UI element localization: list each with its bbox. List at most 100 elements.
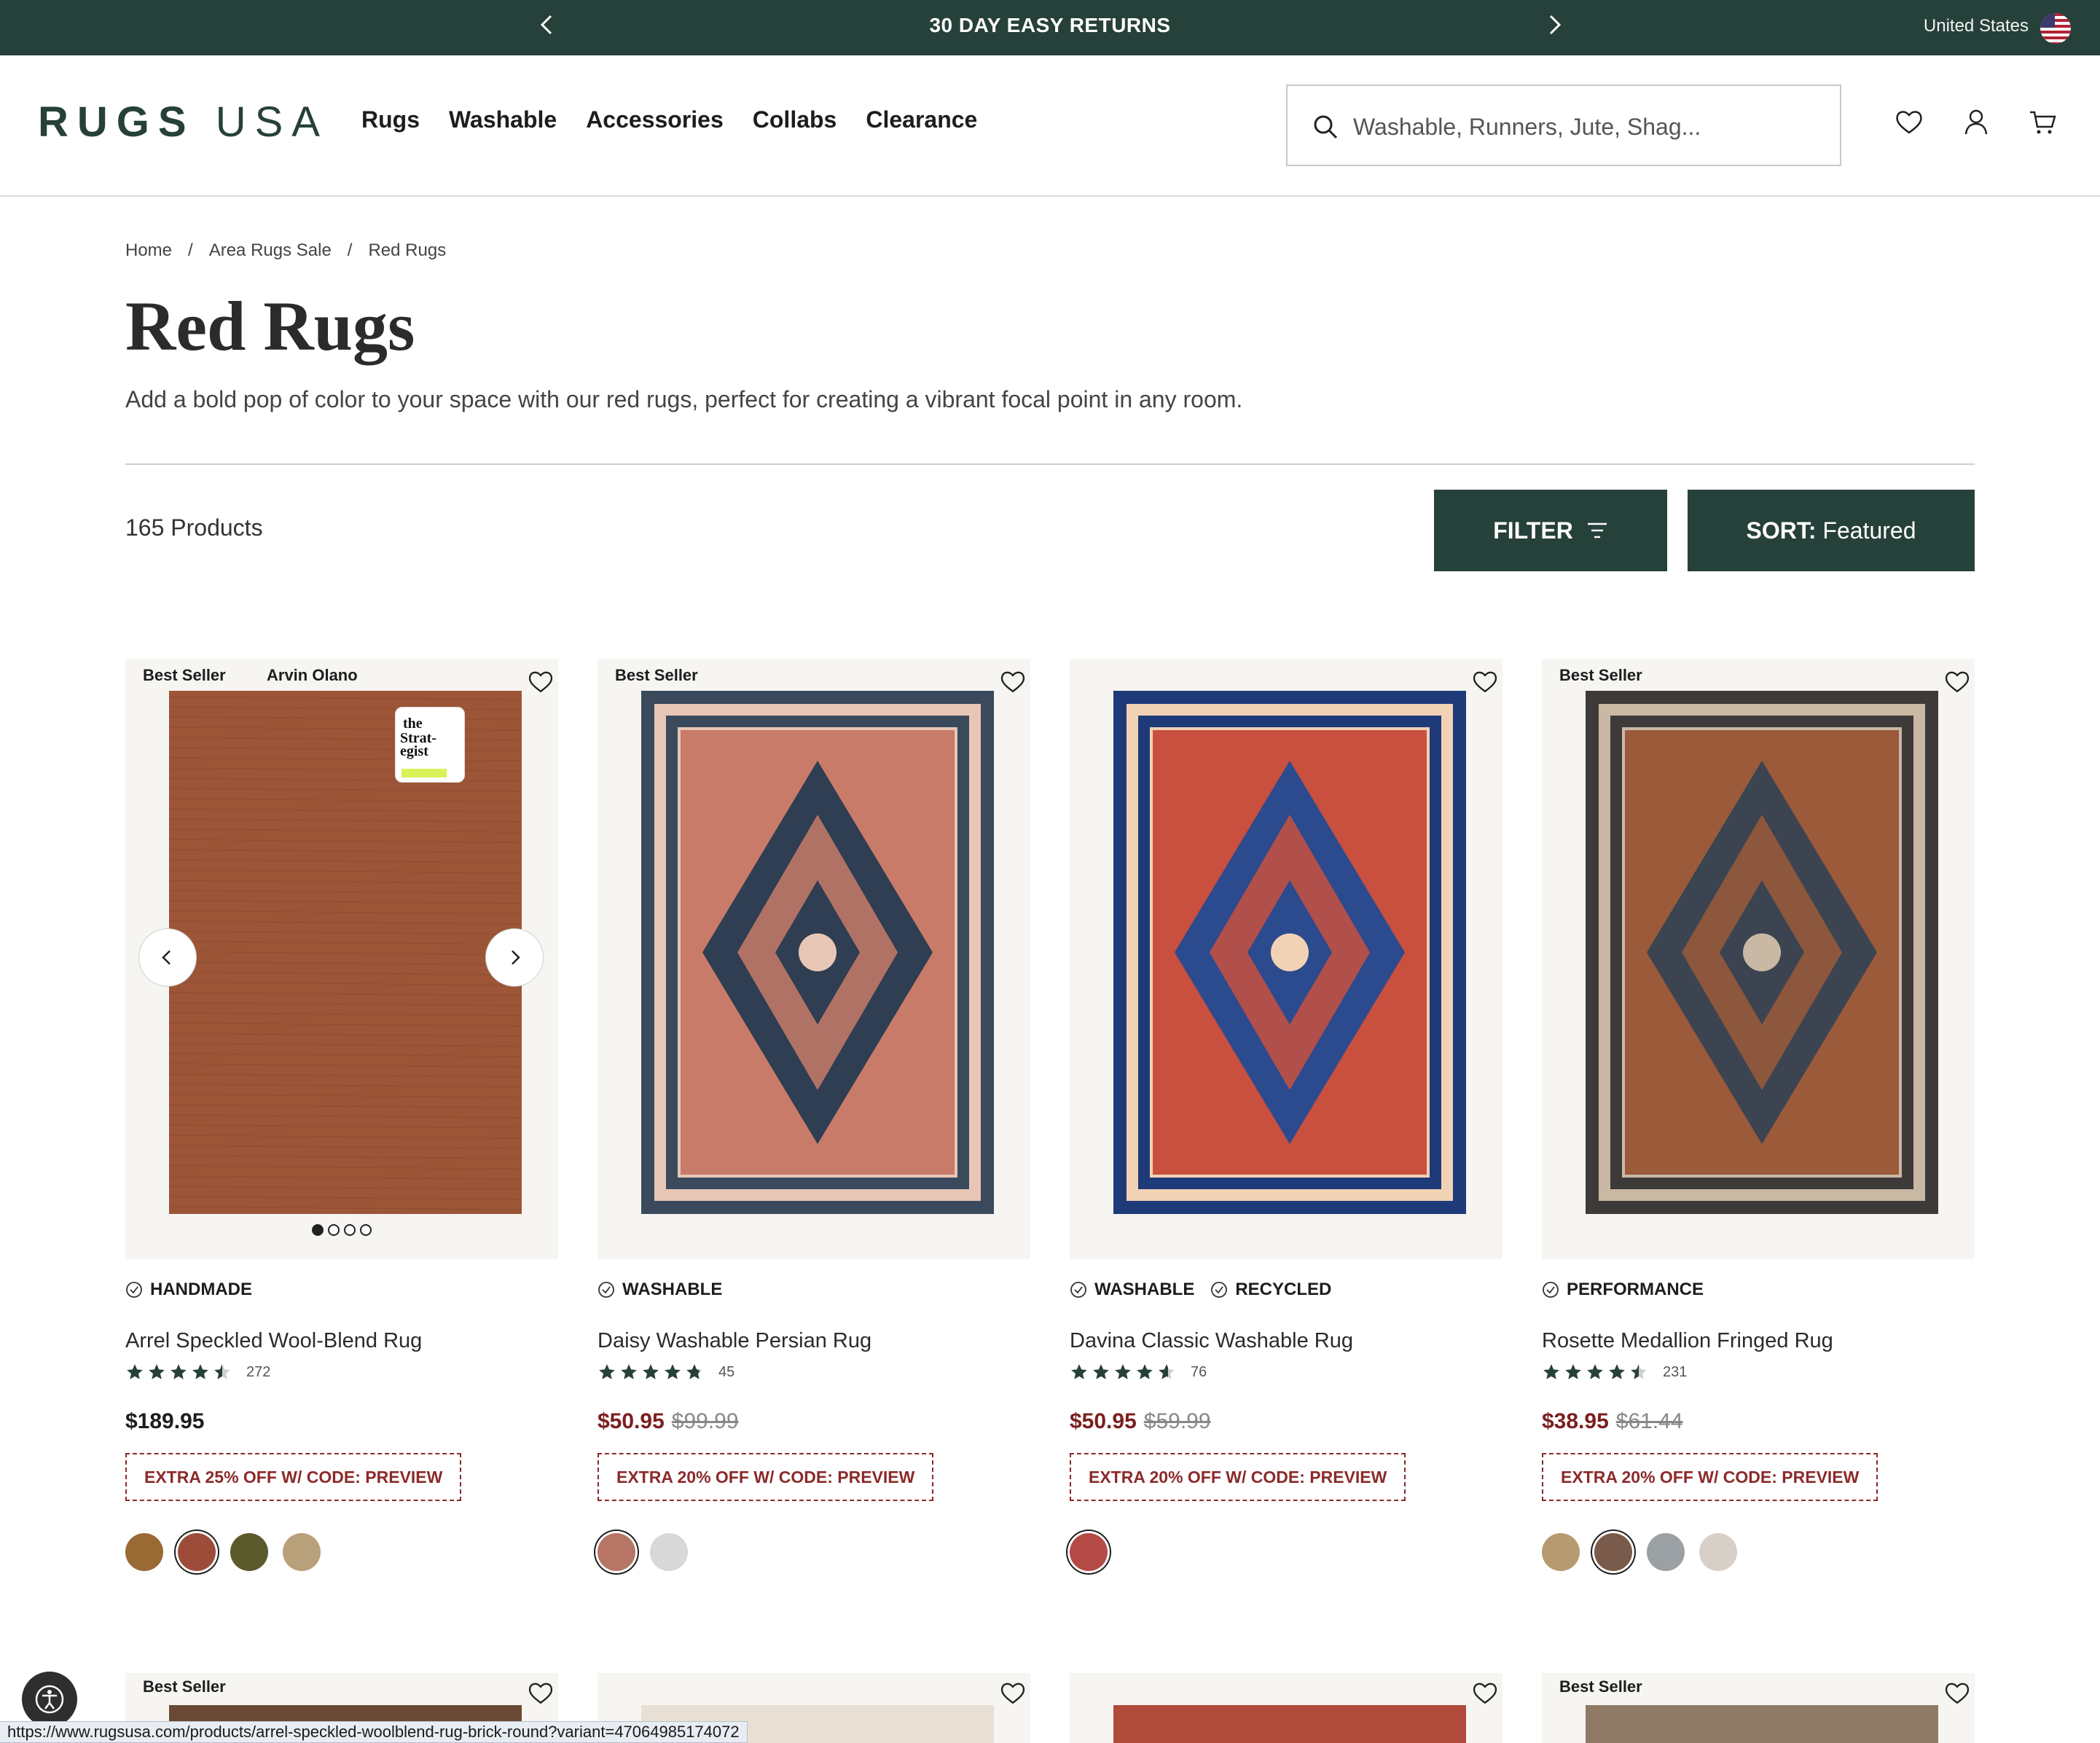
filter-button[interactable]: FILTER	[1434, 490, 1667, 571]
wishlist-toggle[interactable]	[1943, 667, 1972, 697]
star-icon	[643, 1364, 659, 1379]
star-icon	[1609, 1364, 1625, 1379]
rug-image[interactable]	[1113, 691, 1466, 1214]
product-image[interactable]	[169, 691, 522, 1214]
product-card[interactable]	[1070, 1673, 1502, 1743]
nav-item-clearance[interactable]: Clearance	[866, 106, 977, 133]
wishlist-toggle[interactable]	[526, 667, 555, 697]
star-icon	[127, 1364, 143, 1379]
star-icon	[599, 1364, 615, 1379]
product-image[interactable]	[1586, 1705, 1938, 1743]
product-tags: HANDMADE	[125, 1280, 252, 1300]
feature-tag-label: RECYCLED	[1235, 1280, 1332, 1299]
wishlist-toggle[interactable]	[526, 1679, 555, 1708]
rug-image[interactable]	[169, 691, 522, 1214]
product-image[interactable]	[1586, 691, 1938, 1214]
strategist-award-badge: the Strat-egist	[395, 707, 465, 783]
color-swatch[interactable]	[178, 1533, 216, 1571]
product-image-area[interactable]: Best Seller	[1542, 659, 1975, 1259]
chevron-right-icon	[1549, 15, 1562, 35]
product-badge: Best Seller	[1559, 666, 1642, 684]
carousel-dot[interactable]	[344, 1224, 356, 1236]
wishlist-toggle[interactable]	[998, 1679, 1027, 1708]
divider	[125, 463, 1975, 465]
color-swatch[interactable]	[598, 1533, 635, 1571]
announcement-next-button[interactable]	[1539, 10, 1568, 39]
site-logo[interactable]: RUGS USA	[38, 98, 329, 146]
color-swatch[interactable]	[125, 1533, 163, 1571]
product-badge: Best Seller	[143, 1677, 226, 1696]
color-swatch[interactable]	[1699, 1533, 1737, 1571]
nav-item-collabs[interactable]: Collabs	[753, 106, 837, 133]
product-badge: Best Seller	[1559, 1677, 1642, 1696]
product-tags: WASHABLE	[598, 1280, 722, 1300]
product-price: $50.95 $99.99	[598, 1409, 739, 1434]
heart-icon	[1000, 671, 1025, 693]
color-swatch[interactable]	[650, 1533, 688, 1571]
wishlist-button[interactable]	[1893, 106, 1925, 138]
accessibility-icon	[35, 1685, 64, 1714]
heart-icon	[528, 671, 553, 693]
color-swatches	[1542, 1533, 1737, 1571]
account-button[interactable]	[1960, 106, 1992, 138]
logo-text-light: USA	[215, 98, 329, 146]
wishlist-toggle[interactable]	[1470, 667, 1500, 697]
breadcrumb-separator: /	[188, 240, 193, 260]
rug-image[interactable]	[1586, 691, 1938, 1214]
color-swatches	[598, 1533, 688, 1571]
product-image[interactable]	[1113, 1705, 1466, 1743]
color-swatch[interactable]	[1070, 1533, 1108, 1571]
color-swatch[interactable]	[283, 1533, 321, 1571]
sale-price: $50.95	[598, 1409, 665, 1433]
product-card[interactable]: Best Seller	[1542, 1673, 1975, 1743]
product-image[interactable]	[1113, 691, 1466, 1214]
product-feature-tag: WASHABLE	[598, 1280, 722, 1300]
carousel-next-button[interactable]	[485, 928, 544, 987]
original-price: $59.99	[1143, 1409, 1211, 1433]
color-swatches	[1070, 1533, 1108, 1571]
nav-item-accessories[interactable]: Accessories	[586, 106, 724, 133]
product-rating[interactable]: 272	[125, 1363, 270, 1382]
color-swatch[interactable]	[1542, 1533, 1580, 1571]
color-swatches	[125, 1533, 321, 1571]
wishlist-toggle[interactable]	[1470, 1679, 1500, 1708]
star-icon	[1565, 1364, 1581, 1379]
product-image-area[interactable]: Best Seller Arvin Olano the Strat-egist	[125, 659, 558, 1259]
wishlist-toggle[interactable]	[1943, 1679, 1972, 1708]
carousel-dot[interactable]	[360, 1224, 372, 1236]
breadcrumb-area-rugs-sale[interactable]: Area Rugs Sale	[209, 240, 332, 261]
accessibility-button[interactable]	[22, 1672, 77, 1727]
nav-item-rugs[interactable]: Rugs	[361, 106, 420, 133]
product-name[interactable]: Arrel Speckled Wool-Blend Rug	[125, 1329, 422, 1353]
svg-text:the: the	[403, 716, 423, 732]
country-selector[interactable]: United States	[1924, 0, 2029, 55]
product-feature-tag: RECYCLED	[1210, 1280, 1331, 1300]
color-swatch[interactable]	[1647, 1533, 1685, 1571]
sort-button[interactable]: SORT: Featured	[1688, 490, 1975, 571]
color-swatch[interactable]	[230, 1533, 268, 1571]
wishlist-toggle[interactable]	[998, 667, 1027, 697]
product-name[interactable]: Daisy Washable Persian Rug	[598, 1329, 871, 1353]
carousel-dot[interactable]	[312, 1224, 324, 1236]
search-input[interactable]	[1353, 106, 1819, 147]
product-name[interactable]: Davina Classic Washable Rug	[1070, 1329, 1353, 1353]
nav-item-washable[interactable]: Washable	[449, 106, 557, 133]
carousel-prev-button[interactable]	[138, 928, 197, 987]
star-icon	[192, 1364, 208, 1379]
heart-icon	[1945, 671, 1970, 693]
rug-image[interactable]	[641, 691, 994, 1214]
breadcrumb-home[interactable]: Home	[125, 240, 172, 261]
original-price: $99.99	[671, 1409, 739, 1433]
product-rating[interactable]: 76	[1070, 1363, 1207, 1382]
product-name[interactable]: Rosette Medallion Fringed Rug	[1542, 1329, 1833, 1353]
product-image-area[interactable]: Best Seller	[598, 659, 1030, 1259]
color-swatch[interactable]	[1594, 1533, 1632, 1571]
product-image-area[interactable]	[1070, 659, 1502, 1259]
product-image[interactable]	[641, 691, 994, 1214]
product-rating[interactable]: 231	[1542, 1363, 1687, 1382]
carousel-dot[interactable]	[328, 1224, 340, 1236]
product-rating[interactable]: 45	[598, 1363, 734, 1382]
product-price: $50.95 $59.99	[1070, 1409, 1211, 1434]
us-flag-icon[interactable]	[2040, 13, 2071, 44]
cart-button[interactable]	[2027, 106, 2059, 138]
